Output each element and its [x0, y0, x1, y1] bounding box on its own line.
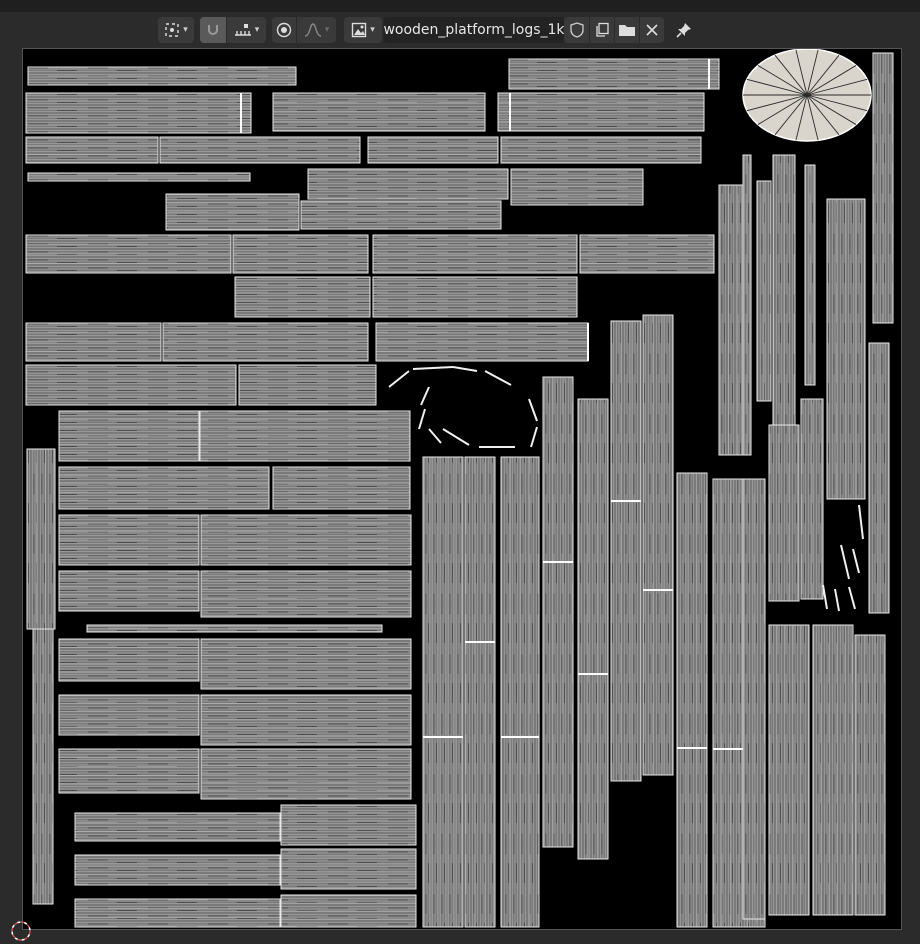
- folder-icon[interactable]: [614, 17, 639, 43]
- uv-island[interactable]: [742, 154, 752, 456]
- uv-island[interactable]: [500, 456, 540, 928]
- uv-island[interactable]: [372, 276, 578, 318]
- close-icon[interactable]: [639, 17, 664, 43]
- uv-island[interactable]: [577, 398, 609, 860]
- uv-island[interactable]: [280, 894, 417, 928]
- uv-island[interactable]: [27, 172, 251, 182]
- uv-island[interactable]: [508, 58, 720, 90]
- uv-island[interactable]: [579, 234, 715, 274]
- uv-island[interactable]: [25, 136, 159, 164]
- uv-island[interactable]: [162, 322, 369, 362]
- uv-island-disc[interactable]: [742, 49, 872, 142]
- image-name-field[interactable]: wooden_platform_logs_1k: [383, 17, 565, 43]
- uv-island[interactable]: [676, 472, 708, 928]
- uv-island[interactable]: [307, 168, 509, 200]
- duplicate-icon[interactable]: [589, 17, 614, 43]
- uv-island[interactable]: [367, 136, 499, 164]
- uv-island[interactable]: [32, 628, 54, 905]
- 2d-cursor-icon[interactable]: [8, 918, 34, 944]
- uv-island[interactable]: [510, 168, 644, 206]
- pin-icon[interactable]: [672, 17, 696, 43]
- uv-island[interactable]: [58, 410, 200, 462]
- uv-island[interactable]: [642, 314, 674, 776]
- proportional-group: ▾: [272, 17, 336, 43]
- uv-island[interactable]: [372, 234, 578, 274]
- uv-island[interactable]: [74, 812, 281, 842]
- uv-island[interactable]: [27, 66, 297, 86]
- snap-increment-icon[interactable]: ▾: [226, 17, 266, 43]
- uv-island[interactable]: [200, 638, 412, 690]
- uv-island[interactable]: [232, 234, 369, 274]
- uv-island[interactable]: [58, 514, 200, 566]
- uv-island[interactable]: [25, 364, 237, 406]
- uv-island[interactable]: [58, 570, 200, 612]
- uv-island[interactable]: [25, 322, 162, 362]
- uv-island[interactable]: [199, 410, 411, 462]
- snap-group: ▾: [200, 17, 266, 43]
- uv-island[interactable]: [58, 466, 270, 510]
- uv-island[interactable]: [58, 748, 200, 794]
- uv-island[interactable]: [854, 634, 886, 916]
- uv-island[interactable]: [812, 624, 854, 916]
- chevron-down-icon: ▾: [254, 25, 260, 35]
- uv-island[interactable]: [58, 638, 200, 682]
- uv-island[interactable]: [804, 164, 816, 386]
- uv-island[interactable]: [74, 854, 281, 886]
- uv-island[interactable]: [159, 136, 361, 164]
- uv-island[interactable]: [25, 234, 232, 274]
- uv-island[interactable]: [200, 570, 412, 618]
- image-icon[interactable]: ▾: [344, 17, 382, 43]
- uv-island[interactable]: [772, 154, 796, 426]
- uv-island[interactable]: [610, 320, 642, 782]
- chevron-down-icon: ▾: [324, 25, 330, 35]
- uv-island[interactable]: [25, 92, 252, 134]
- uv-island[interactable]: [234, 276, 371, 318]
- chevron-down-icon: ▾: [183, 25, 188, 35]
- uv-island[interactable]: [74, 898, 281, 928]
- uv-island[interactable]: [422, 456, 464, 928]
- uv-layout-canvas[interactable]: [23, 49, 901, 929]
- uv-island[interactable]: [500, 136, 702, 164]
- pivot-point-menu[interactable]: ▾: [158, 17, 194, 43]
- uv-island[interactable]: [375, 322, 589, 362]
- image-browse-menu[interactable]: ▾: [344, 17, 382, 43]
- uv-island[interactable]: [280, 848, 417, 890]
- uv-island[interactable]: [768, 424, 800, 602]
- uv-island[interactable]: [200, 694, 412, 746]
- uv-island[interactable]: [58, 694, 200, 736]
- uv-island[interactable]: [272, 466, 411, 510]
- uv-island[interactable]: [742, 478, 766, 920]
- uv-island[interactable]: [26, 448, 56, 630]
- uv-island[interactable]: [300, 200, 502, 230]
- uv-island[interactable]: [826, 198, 866, 500]
- falloff-curve-icon[interactable]: ▾: [296, 17, 336, 43]
- uv-island[interactable]: [497, 92, 705, 132]
- uv-island[interactable]: [464, 456, 496, 928]
- uv-island[interactable]: [280, 804, 417, 846]
- uv-island[interactable]: [200, 514, 412, 566]
- magnet-icon[interactable]: [200, 17, 226, 43]
- shield-icon[interactable]: [564, 17, 589, 43]
- image-actions-group: [564, 17, 664, 43]
- uv-island[interactable]: [872, 52, 894, 324]
- proportional-circle-icon[interactable]: [272, 17, 296, 43]
- uv-island[interactable]: [272, 92, 486, 132]
- uv-island[interactable]: [200, 748, 412, 800]
- uv-island[interactable]: [542, 376, 574, 848]
- uv-island[interactable]: [800, 398, 824, 600]
- uv-island[interactable]: [868, 342, 890, 614]
- chevron-down-icon: ▾: [370, 25, 375, 35]
- pivot-icon[interactable]: ▾: [158, 17, 194, 43]
- uv-island[interactable]: [756, 180, 772, 402]
- uv-island[interactable]: [768, 624, 810, 916]
- uv-island[interactable]: [238, 364, 377, 406]
- uv-editor-header: ▾ ▾ ▾ ▾ wooden_platform_logs_1k: [0, 12, 920, 48]
- uv-island[interactable]: [165, 193, 300, 231]
- uv-island[interactable]: [86, 624, 383, 633]
- uv-viewport[interactable]: [22, 48, 902, 930]
